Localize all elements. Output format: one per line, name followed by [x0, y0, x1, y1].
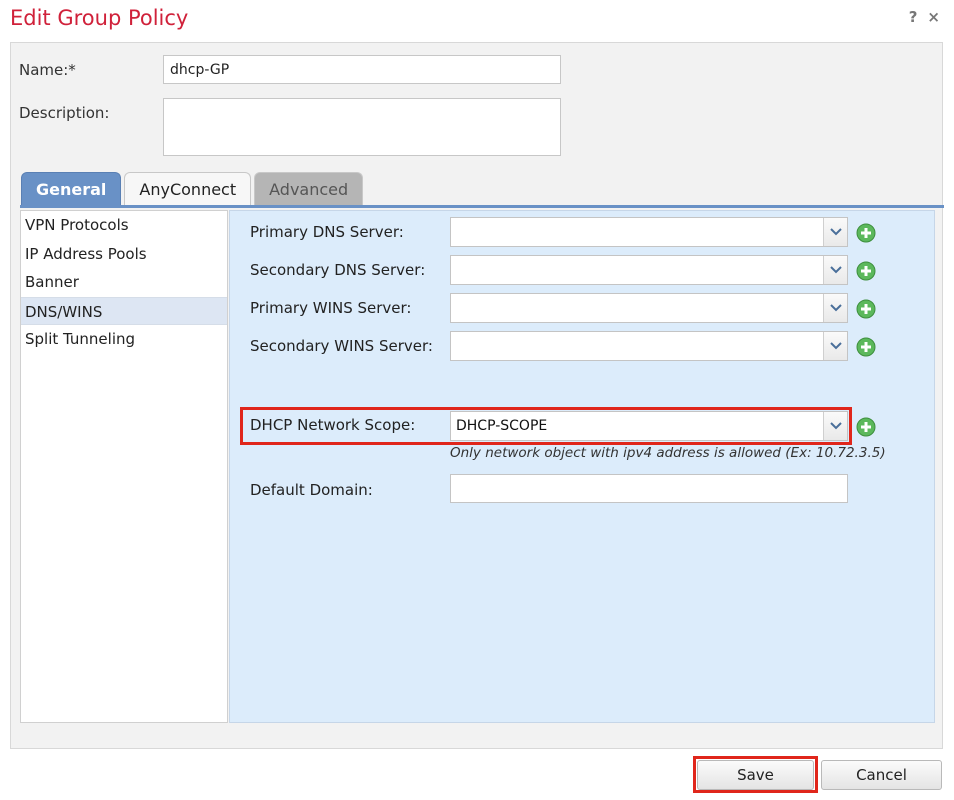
- dialog-title: Edit Group Policy: [10, 6, 189, 30]
- primary-dns-select[interactable]: [450, 217, 848, 247]
- primary-dns-label: Primary DNS Server:: [250, 223, 404, 241]
- tab-general[interactable]: General: [21, 172, 122, 205]
- title-actions: ? ×: [909, 8, 940, 26]
- name-label: Name:*: [19, 61, 76, 79]
- nav-item-banner[interactable]: Banner: [21, 268, 227, 297]
- help-icon[interactable]: ?: [909, 8, 918, 26]
- description-label: Description:: [19, 104, 110, 122]
- add-circle-icon[interactable]: [856, 299, 876, 319]
- chevron-down-icon[interactable]: [823, 332, 847, 360]
- tab-underline: [20, 205, 944, 208]
- secondary-dns-label: Secondary DNS Server:: [250, 261, 426, 279]
- secondary-wins-label: Secondary WINS Server:: [250, 337, 433, 355]
- chevron-down-icon[interactable]: [823, 256, 847, 284]
- nav-item-dns-wins[interactable]: DNS/WINS: [21, 296, 227, 325]
- default-domain-label: Default Domain:: [250, 481, 373, 499]
- name-input[interactable]: [163, 55, 561, 84]
- add-circle-icon[interactable]: [856, 417, 876, 437]
- chevron-down-icon[interactable]: [823, 294, 847, 322]
- primary-wins-select[interactable]: [450, 293, 848, 323]
- dhcp-scope-select[interactable]: DHCP-SCOPE: [450, 411, 848, 441]
- dns-wins-panel: Primary DNS Server: Secondary DNS Server…: [229, 210, 935, 723]
- tab-anyconnect[interactable]: AnyConnect: [124, 172, 252, 205]
- chevron-down-icon[interactable]: [823, 218, 847, 246]
- nav-item-split-tunneling[interactable]: Split Tunneling: [21, 325, 227, 354]
- cancel-button[interactable]: Cancel: [821, 760, 942, 790]
- tab-bar: General AnyConnect Advanced: [21, 172, 364, 206]
- primary-wins-label: Primary WINS Server:: [250, 299, 412, 317]
- add-circle-icon[interactable]: [856, 337, 876, 357]
- default-domain-input[interactable]: [450, 474, 848, 503]
- left-nav: VPN Protocols IP Address Pools Banner DN…: [20, 210, 228, 723]
- nav-item-vpn-protocols[interactable]: VPN Protocols: [21, 211, 227, 240]
- chevron-down-icon[interactable]: [823, 412, 847, 440]
- dhcp-scope-label: DHCP Network Scope:: [250, 416, 416, 434]
- nav-item-ip-address-pools[interactable]: IP Address Pools: [21, 240, 227, 269]
- add-circle-icon[interactable]: [856, 261, 876, 281]
- secondary-dns-select[interactable]: [450, 255, 848, 285]
- description-input[interactable]: [163, 98, 561, 156]
- tab-advanced[interactable]: Advanced: [254, 172, 364, 205]
- dhcp-scope-hint: Only network object with ipv4 address is…: [450, 445, 886, 461]
- dhcp-scope-value: DHCP-SCOPE: [456, 418, 548, 434]
- close-icon[interactable]: ×: [927, 8, 940, 26]
- dialog-body: Name:* Description: General AnyConnect A…: [10, 42, 944, 749]
- add-circle-icon[interactable]: [856, 223, 876, 243]
- secondary-wins-select[interactable]: [450, 331, 848, 361]
- save-button[interactable]: Save: [697, 760, 814, 790]
